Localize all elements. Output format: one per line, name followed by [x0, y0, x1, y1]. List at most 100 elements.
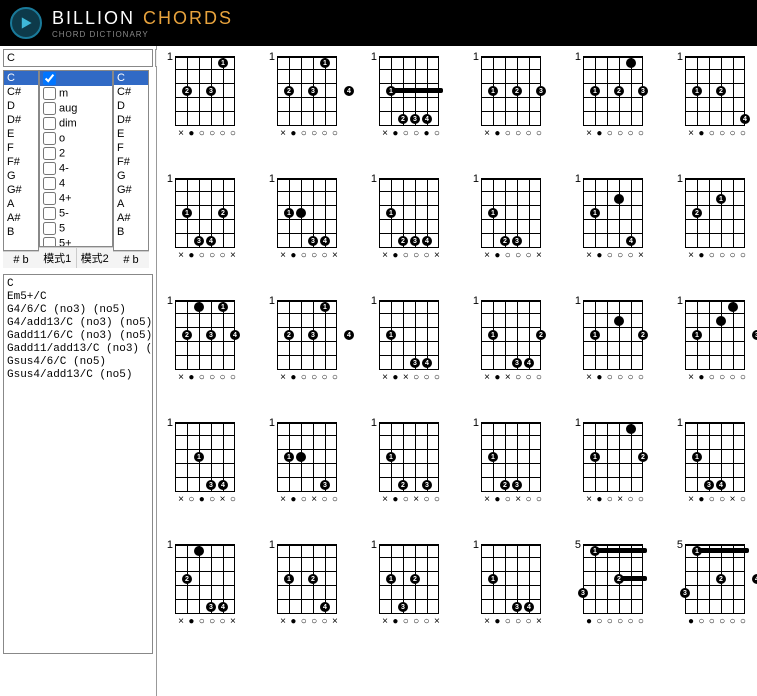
result-item[interactable]: Gsus4/6/C (no5): [7, 356, 149, 369]
chord-diagram[interactable]: 1134×●×○○○: [367, 300, 443, 382]
root-note-item[interactable]: F: [114, 141, 148, 155]
chord-results-list[interactable]: CEm5+/CG4/6/C (no3) (no5)G4/add13/C (no3…: [3, 274, 153, 654]
root-note-item[interactable]: G#: [114, 183, 148, 197]
modifier-item[interactable]: 5: [40, 221, 112, 236]
chord-diagram[interactable]: 12314×●○○○○: [265, 300, 341, 382]
result-item[interactable]: Gsus4/add13/C (no5): [7, 369, 149, 382]
root-note-item[interactable]: G: [114, 169, 148, 183]
chord-diagram[interactable]: 1132×●○○○×: [367, 544, 443, 626]
root-note-item[interactable]: F#: [114, 155, 148, 169]
chord-diagram[interactable]: 11234×●○○●○: [367, 56, 443, 138]
chord-diagram[interactable]: 113×●○×○○: [265, 422, 341, 504]
modifier-checkbox[interactable]: [43, 222, 56, 235]
root-note-item[interactable]: B: [114, 225, 148, 239]
modifier-item[interactable]: dim: [40, 116, 112, 131]
modifier-checkbox[interactable]: [43, 117, 56, 130]
result-item[interactable]: Gadd11/6/C (no3) (no5): [7, 330, 149, 343]
modifier-checkbox[interactable]: [43, 147, 56, 160]
modifier-checkbox[interactable]: [43, 132, 56, 145]
modifier-item[interactable]: 4+: [40, 191, 112, 206]
tab-mode2[interactable]: 模式2: [77, 248, 114, 268]
result-item[interactable]: G4/6/C (no3) (no5): [7, 304, 149, 317]
chord-diagram[interactable]: 53124●○○○○○: [673, 544, 749, 626]
root-note-item[interactable]: D#: [114, 113, 148, 127]
chord-diagram[interactable]: 11234×●○○○×: [367, 178, 443, 260]
modifier-checkbox[interactable]: [43, 177, 56, 190]
chord-diagram[interactable]: 114×●○○○×: [571, 178, 647, 260]
chord-diagram[interactable]: 1231×●○○○○: [163, 56, 239, 138]
chord-diagram[interactable]: 1123×●○×○○: [469, 422, 545, 504]
tab-sharp-flat-left[interactable]: # b: [3, 252, 39, 268]
chord-diagram[interactable]: 1123×●○○○○: [469, 56, 545, 138]
chord-diagram[interactable]: 1234×●○○○×: [163, 544, 239, 626]
chord-diagram[interactable]: 1134×●○○○×: [469, 544, 545, 626]
modifier-item[interactable]: 4: [40, 176, 112, 191]
root-note-item[interactable]: E: [114, 127, 148, 141]
root-note-item[interactable]: F#: [4, 155, 38, 169]
modifier-checkbox[interactable]: [43, 237, 56, 247]
root-note-item[interactable]: E: [4, 127, 38, 141]
root-note-item[interactable]: A#: [4, 211, 38, 225]
root-note-item[interactable]: A: [4, 197, 38, 211]
chord-diagram[interactable]: 1134×●○○×○: [673, 422, 749, 504]
chord-diagram[interactable]: 112×●○○○○: [571, 300, 647, 382]
chord-diagram[interactable]: 12314×●○○○○: [265, 56, 341, 138]
play-icon[interactable]: [10, 7, 42, 39]
chord-diagram[interactable]: 1123×●○○○×: [469, 178, 545, 260]
result-item[interactable]: Em5+/C: [7, 291, 149, 304]
chord-diagram[interactable]: 1124×●○○○×: [265, 544, 341, 626]
chord-search-input[interactable]: [3, 49, 153, 67]
string-marker: ○: [300, 496, 308, 504]
root-note-item[interactable]: B: [4, 225, 38, 239]
result-item[interactable]: Gadd11/add13/C (no3) (n: [7, 343, 149, 356]
chord-diagram[interactable]: 1134×○●○×○: [163, 422, 239, 504]
chord-diagram[interactable]: 5312●○○○○○: [571, 544, 647, 626]
chord-diagram[interactable]: 1123×●○○○○: [571, 56, 647, 138]
modifier-item[interactable]: 4-: [40, 161, 112, 176]
root-note-item[interactable]: G#: [4, 183, 38, 197]
chord-modifier-list[interactable]: maugdimo24-44+5-55+6-66+7-: [39, 70, 113, 247]
root-note-item[interactable]: A#: [114, 211, 148, 225]
result-item[interactable]: G4/add13/C (no3) (no5): [7, 317, 149, 330]
fretboard: 123: [481, 422, 541, 492]
modifier-item[interactable]: [40, 71, 112, 86]
modifier-checkbox[interactable]: [43, 102, 56, 115]
modifier-item[interactable]: 5+: [40, 236, 112, 247]
tab-mode1[interactable]: 模式1: [39, 248, 77, 268]
chord-diagram[interactable]: 1124×●○○○○: [673, 56, 749, 138]
root-note-item[interactable]: D: [114, 99, 148, 113]
modifier-item[interactable]: m: [40, 86, 112, 101]
root-note-item[interactable]: F: [4, 141, 38, 155]
finger-dot: 2: [500, 480, 510, 490]
root-note-item[interactable]: D: [4, 99, 38, 113]
root-note-item[interactable]: C#: [114, 85, 148, 99]
chord-diagram[interactable]: 121×●○○○○: [673, 178, 749, 260]
string-marker: ×: [279, 618, 287, 626]
modifier-item[interactable]: aug: [40, 101, 112, 116]
root-note-list-left[interactable]: CC#DD#EFF#GG#AA#B: [3, 70, 39, 251]
root-note-item[interactable]: C#: [4, 85, 38, 99]
modifier-checkbox[interactable]: [43, 207, 56, 220]
chord-diagram[interactable]: 1123×●○×○○: [367, 422, 443, 504]
modifier-item[interactable]: 5-: [40, 206, 112, 221]
root-note-item[interactable]: A: [114, 197, 148, 211]
modifier-checkbox[interactable]: [43, 162, 56, 175]
chord-diagram[interactable]: 12314×●○○○○: [163, 300, 239, 382]
root-note-list-right[interactable]: CC#DD#EFF#GG#AA#B: [113, 70, 149, 251]
chord-diagram[interactable]: 11342×●○○○×: [163, 178, 239, 260]
root-note-item[interactable]: C: [4, 71, 38, 85]
chord-diagram[interactable]: 11342×●×○○○: [469, 300, 545, 382]
chord-diagram[interactable]: 1134×●○○○×: [265, 178, 341, 260]
root-note-item[interactable]: D#: [4, 113, 38, 127]
root-note-item[interactable]: G: [4, 169, 38, 183]
modifier-item[interactable]: 2: [40, 146, 112, 161]
result-item[interactable]: C: [7, 278, 149, 291]
chord-diagram[interactable]: 113×●○○○○: [673, 300, 749, 382]
modifier-checkbox[interactable]: [43, 72, 56, 85]
modifier-checkbox[interactable]: [43, 87, 56, 100]
tab-sharp-flat-right[interactable]: # b: [113, 252, 149, 268]
modifier-item[interactable]: o: [40, 131, 112, 146]
root-note-item[interactable]: C: [114, 71, 148, 85]
chord-diagram[interactable]: 112×●○×○○: [571, 422, 647, 504]
modifier-checkbox[interactable]: [43, 192, 56, 205]
